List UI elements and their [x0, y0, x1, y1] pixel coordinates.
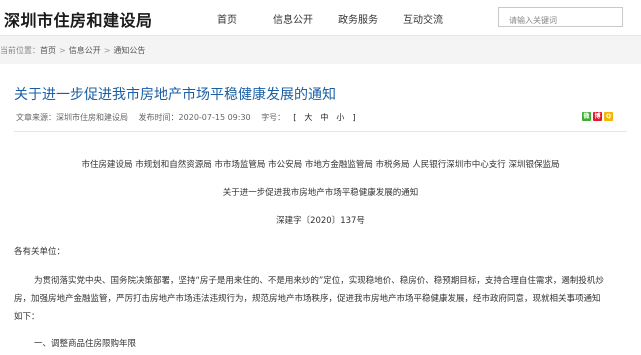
article-publish-time: 发布时间：2020-07-15 09:30	[138, 113, 251, 122]
site-title[interactable]: 深圳市住房和建设局	[4, 7, 153, 31]
share-icons: 微 博 Q	[582, 112, 613, 121]
site-header: 深圳市住房和建设局 首页 信息公开 政务服务 互动交流	[0, 0, 641, 36]
qzone-share-icon[interactable]: Q	[604, 112, 613, 121]
font-size-label: 字号：	[261, 113, 286, 122]
article-source: 文章来源：深圳市住房和建设局	[16, 113, 128, 122]
issuing-agencies: 市住房建设局 市规划和自然资源局 市市场监管局 市公安局 市地方金融监管局 市税…	[81, 160, 560, 170]
breadcrumb: 当前位置：首页 > 信息公开 > 通知公告	[0, 45, 145, 56]
nav-info-disclosure[interactable]: 信息公开	[273, 11, 313, 26]
wechat-share-icon[interactable]: 微	[582, 112, 591, 121]
breadcrumb-separator: >	[103, 46, 111, 55]
font-size-large-button[interactable]: 大	[304, 113, 312, 122]
article-title: 关于进一步促进我市房地产市场平稳健康发展的通知	[14, 87, 336, 103]
article-meta: 文章来源：深圳市住房和建设局 发布时间：2020-07-15 09:30 字号：…	[16, 112, 359, 123]
breadcrumb-separator: >	[59, 46, 66, 55]
breadcrumb-notices[interactable]: 通知公告	[113, 46, 145, 55]
nav-interaction[interactable]: 互动交流	[403, 11, 443, 26]
breadcrumb-label: 当前位置：	[0, 46, 40, 55]
breadcrumb-home[interactable]: 首页	[40, 46, 56, 55]
font-size-bracket-close: ]	[352, 113, 356, 122]
font-size-bracket-open: [	[293, 113, 297, 122]
breadcrumb-info-disclosure[interactable]: 信息公开	[69, 46, 101, 55]
paragraph-line: 房，加强房地产金融监管，严厉打击房地产市场违法违规行为，规范房地产市场秩序，促进…	[14, 294, 601, 304]
section-heading: 一、调整商品住房限购年限	[34, 339, 137, 349]
font-size-medium-button[interactable]: 中	[320, 113, 328, 122]
article-card: 关于进一步促进我市房地产市场平稳健康发展的通知 文章来源：深圳市住房和建设局 发…	[0, 64, 641, 355]
search-input[interactable]	[499, 11, 622, 30]
document-title: 关于进一步促进我市房地产市场平稳健康发展的通知	[222, 188, 419, 198]
paragraph-line: 为贯彻落实党中央、国务院决策部署，坚持“房子是用来住的、不是用来炒的”定位，实现…	[34, 276, 604, 286]
weibo-share-icon[interactable]: 博	[593, 112, 602, 121]
divider	[14, 131, 627, 132]
font-size-small-button[interactable]: 小	[336, 113, 344, 122]
salutation: 各有关单位：	[14, 247, 66, 257]
paragraph-line: 如下：	[14, 312, 40, 322]
document-number: 深建字〔2020〕137号	[276, 216, 365, 226]
search-box	[498, 7, 623, 30]
nav-home[interactable]: 首页	[217, 11, 237, 26]
nav-government-services[interactable]: 政务服务	[338, 11, 378, 26]
